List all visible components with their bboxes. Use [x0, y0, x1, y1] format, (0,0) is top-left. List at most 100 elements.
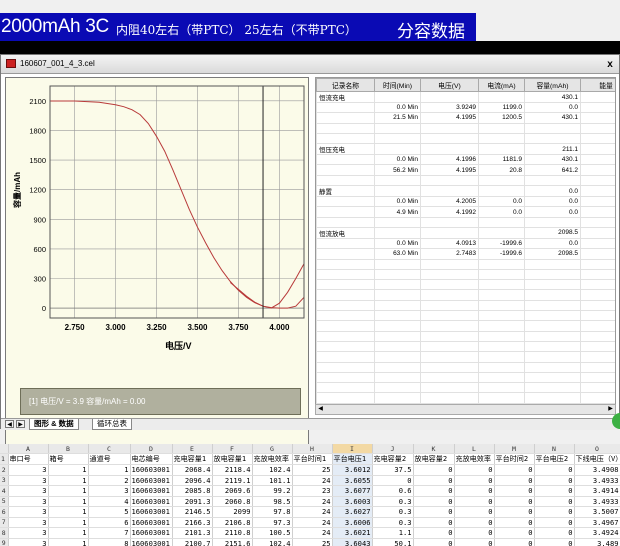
- spreadsheet-cell[interactable]: 3.6043: [332, 538, 373, 546]
- spreadsheet-header-cell[interactable]: 充放电效率: [454, 453, 495, 465]
- spreadsheet-cell[interactable]: 98.5: [252, 496, 293, 507]
- spreadsheet-cell[interactable]: 3.4933: [574, 475, 620, 486]
- record-header-cell[interactable]: 容量(mAh): [524, 78, 581, 92]
- tab-prev-icon[interactable]: ◀: [5, 420, 14, 428]
- spreadsheet-cell[interactable]: 3: [8, 506, 49, 518]
- column-letter[interactable]: L: [454, 444, 495, 454]
- spreadsheet-row[interactable]: 6 3 1 5 160603001 2146.5 2099 97.8 24 3.6027 0.3 0 0…: [0, 506, 620, 518]
- row-number[interactable]: 8: [0, 527, 9, 539]
- spreadsheet-cell[interactable]: 24: [292, 475, 333, 486]
- row-number[interactable]: 4: [0, 485, 9, 497]
- spreadsheet-cell[interactable]: 0: [454, 475, 495, 486]
- spreadsheet-cell[interactable]: 23: [292, 485, 333, 497]
- spreadsheet-cell[interactable]: 0: [413, 485, 455, 497]
- record-header-cell[interactable]: 能量: [580, 78, 615, 92]
- spreadsheet-cell[interactable]: 2101.3: [172, 527, 213, 539]
- spreadsheet-cell[interactable]: 3: [8, 475, 49, 486]
- spreadsheet-cell[interactable]: 2091.3: [172, 496, 213, 507]
- spreadsheet-header-cell[interactable]: 充电容量1: [172, 453, 213, 465]
- column-letter[interactable]: A: [8, 444, 49, 454]
- record-table-row[interactable]: 0.0 Min4.19961181.9430.18: [316, 154, 615, 166]
- spreadsheet-row[interactable]: 7 3 1 6 160603001 2166.3 2106.8 97.3 24 3.6006 0.3…: [0, 517, 620, 528]
- spreadsheet-row[interactable]: 8 3 1 7 160603001 2101.3 2110.8 100.5 24 3.6021 1.…: [0, 527, 620, 539]
- row-number[interactable]: 6: [0, 506, 9, 518]
- spreadsheet-cell[interactable]: 3.6077: [332, 485, 373, 497]
- spreadsheet-cell[interactable]: 0: [494, 485, 535, 497]
- spreadsheet-cell[interactable]: 0: [534, 485, 575, 497]
- column-letter[interactable]: M: [494, 444, 535, 454]
- record-table-row[interactable]: 0.0 Min3.92491199.00.017: [316, 101, 615, 114]
- spreadsheet-cell[interactable]: 3.4967: [574, 517, 620, 528]
- spreadsheet-cell[interactable]: 37.5: [372, 464, 414, 476]
- spreadsheet-cell[interactable]: 4: [88, 496, 131, 507]
- spreadsheet-cell[interactable]: 3.6021: [332, 527, 373, 539]
- spreadsheet-cell[interactable]: 0.3: [372, 517, 414, 528]
- spreadsheet-cell[interactable]: 160603001: [130, 506, 173, 518]
- spreadsheet-cell[interactable]: 99.2: [252, 485, 293, 497]
- spreadsheet-cell[interactable]: 0: [534, 527, 575, 539]
- spreadsheet-cell[interactable]: 160603001: [130, 496, 173, 507]
- spreadsheet-cell[interactable]: 0: [494, 475, 535, 486]
- spreadsheet-cell[interactable]: 2100.7: [172, 538, 213, 546]
- spreadsheet-cell[interactable]: 1: [48, 506, 89, 518]
- spreadsheet[interactable]: A B C D E F G H I J K L M N O 1 串口号 箱号 通道号 电芯编号 充电容量1 放电容量1 充放…: [0, 444, 620, 546]
- column-letter[interactable]: O: [574, 444, 620, 454]
- record-table-row[interactable]: 恒流放电 2098.5: [316, 226, 615, 239]
- record-table-row[interactable]: 0.0 Min4.0913-1999.60.074: [316, 237, 615, 250]
- sheet-corner[interactable]: [0, 444, 9, 454]
- spreadsheet-cell[interactable]: 0: [494, 527, 535, 539]
- spreadsheet-row[interactable]: 5 3 1 4 160603001 2091.3 2060.8 98.5 24 3.6003 0.3…: [0, 496, 620, 507]
- spreadsheet-cell[interactable]: 160603001: [130, 475, 173, 486]
- spreadsheet-cell[interactable]: 2151.6: [212, 538, 253, 546]
- spreadsheet-cell[interactable]: 0: [534, 475, 575, 486]
- record-table-row[interactable]: [316, 279, 615, 291]
- record-table-scrollbar[interactable]: ◀ ▶: [315, 404, 616, 415]
- spreadsheet-cell[interactable]: 0: [413, 538, 455, 546]
- spreadsheet-cell[interactable]: 0: [494, 538, 535, 546]
- record-table-row[interactable]: 21.5 Min4.19951200.5430.117: [316, 112, 615, 124]
- spreadsheet-cell[interactable]: 0: [494, 517, 535, 528]
- column-letter[interactable]: B: [48, 444, 89, 454]
- record-table-row[interactable]: [316, 258, 615, 270]
- spreadsheet-cell[interactable]: 0: [534, 517, 575, 528]
- spreadsheet-cell[interactable]: 0: [454, 527, 495, 539]
- column-letter[interactable]: J: [372, 444, 414, 454]
- record-table-row[interactable]: [316, 299, 615, 312]
- spreadsheet-row[interactable]: 3 3 1 2 160603001 2096.4 2119.1 101.1 24 3.6055 0 0…: [0, 475, 620, 486]
- column-letter[interactable]: E: [172, 444, 213, 454]
- record-table-row[interactable]: [316, 392, 615, 404]
- spreadsheet-cell[interactable]: 0: [454, 485, 495, 497]
- record-header-cell[interactable]: 记录名称: [316, 78, 375, 92]
- spreadsheet-cell[interactable]: 160603001: [130, 538, 173, 546]
- spreadsheet-cell[interactable]: 2068.4: [172, 464, 213, 476]
- spreadsheet-cell[interactable]: 7: [88, 527, 131, 539]
- spreadsheet-cell[interactable]: 0: [413, 527, 455, 539]
- record-table-row[interactable]: 恒流充电 430.1: [316, 91, 615, 103]
- spreadsheet-header-cell[interactable]: 串口号: [8, 453, 49, 465]
- record-table-row[interactable]: [316, 132, 615, 145]
- tab-next-icon[interactable]: ▶: [16, 420, 25, 428]
- record-table-row[interactable]: [316, 289, 615, 301]
- spreadsheet-cell[interactable]: 1: [48, 517, 89, 528]
- tab-cycle-summary[interactable]: 循环总表: [92, 419, 132, 430]
- record-table-row[interactable]: [316, 216, 615, 228]
- spreadsheet-header-cell[interactable]: 电芯编号: [130, 453, 173, 465]
- record-table-row[interactable]: [316, 371, 615, 384]
- spreadsheet-cell[interactable]: 0: [413, 517, 455, 528]
- record-table-row[interactable]: 静置 0.0: [316, 185, 615, 198]
- spreadsheet-cell[interactable]: 3.4924: [574, 527, 620, 539]
- spreadsheet-cell[interactable]: 0: [534, 464, 575, 476]
- spreadsheet-header-cell[interactable]: 平台时间2: [494, 453, 535, 465]
- spreadsheet-cell[interactable]: 97.8: [252, 506, 293, 518]
- spreadsheet-cell[interactable]: 24: [292, 506, 333, 518]
- spreadsheet-cell[interactable]: 1: [48, 527, 89, 539]
- record-table-row[interactable]: [316, 382, 615, 394]
- spreadsheet-cell[interactable]: 3: [88, 485, 131, 497]
- column-letter[interactable]: K: [413, 444, 455, 454]
- record-table-row[interactable]: [316, 340, 615, 353]
- spreadsheet-cell[interactable]: 160603001: [130, 517, 173, 528]
- spreadsheet-cell[interactable]: 1: [48, 496, 89, 507]
- spreadsheet-header-cell[interactable]: 通道号: [88, 453, 131, 465]
- spreadsheet-cell[interactable]: 0: [494, 496, 535, 507]
- column-letter[interactable]: I: [332, 444, 373, 454]
